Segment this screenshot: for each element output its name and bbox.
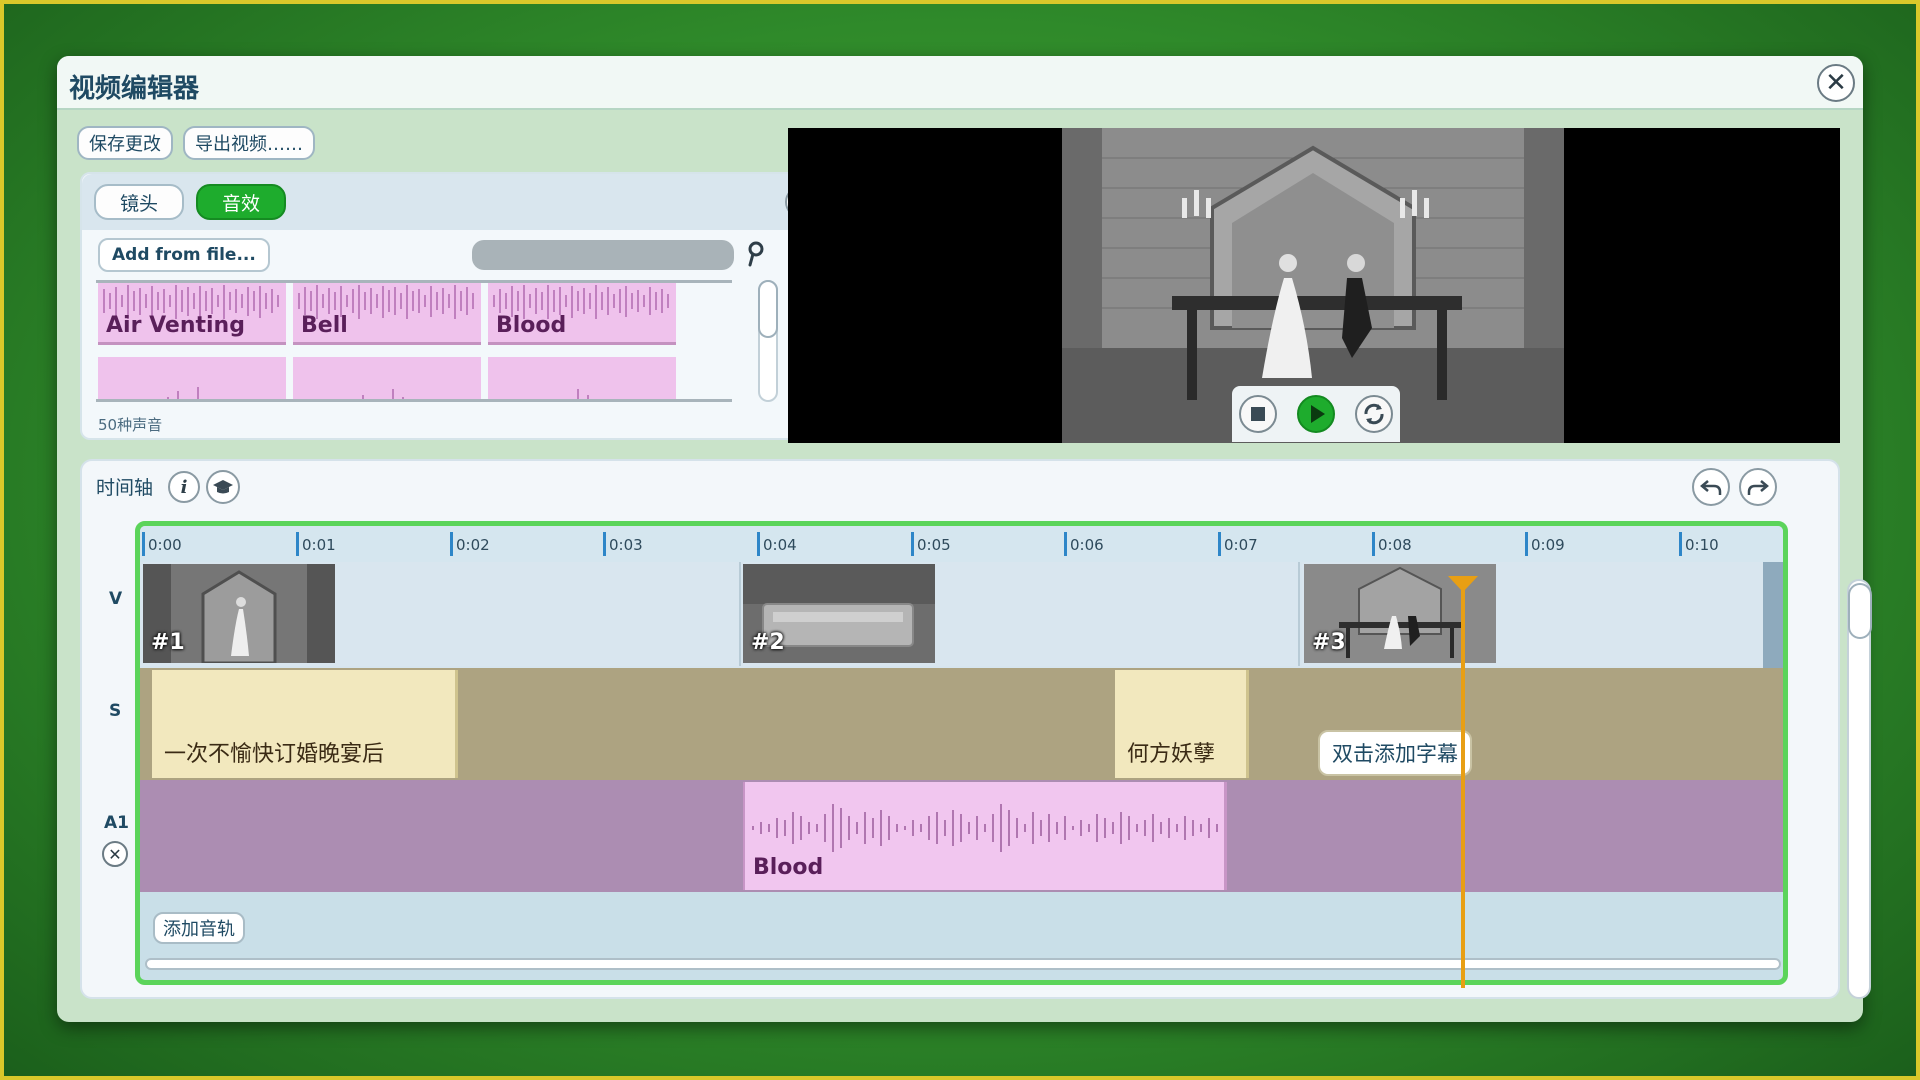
sound-grid: Air Venting Bell Blood [96,280,732,402]
search-input[interactable] [472,240,734,270]
loop-icon[interactable] [1354,394,1394,434]
track-label-subtitle: S [109,701,122,721]
ruler-tick: 0:04 [757,532,797,556]
tab-sound-effects[interactable]: 音效 [196,184,286,220]
timeline-horizontal-scrollbar[interactable] [145,958,1781,970]
playhead-handle[interactable] [1448,576,1478,592]
playback-controls [1232,386,1400,442]
track-label-audio: A1 [104,813,129,833]
add-subtitle-hint[interactable]: 双击添加字幕 [1318,730,1472,776]
subtitle-clip[interactable]: 一次不愉快订婚晚宴后 [152,670,458,778]
graduation-cap-icon [213,480,233,494]
video-clip-slot[interactable]: #3 [1302,562,1763,666]
add-audio-track-button[interactable]: 添加音轨 [153,912,245,944]
clip-number: #2 [751,630,785,655]
track-label-video: V [109,589,123,609]
timeline-tracks-area: 0:00 0:01 0:02 0:03 0:04 0:05 0:06 0:07 … [135,521,1788,985]
video-clip-thumbnail[interactable]: #1 [143,564,335,663]
video-clip-thumbnail[interactable]: #2 [743,564,935,663]
ruler-tick: 0:01 [296,532,336,556]
video-clip-slot[interactable]: #1 [140,562,741,666]
sound-tile[interactable] [488,357,676,399]
ruler-tick: 0:03 [603,532,643,556]
video-clip-slot[interactable]: #2 [743,562,1300,666]
tab-shots[interactable]: 镜头 [94,184,184,220]
waveform-icon [362,389,404,399]
close-button[interactable]: ✕ [1817,64,1855,102]
ruler-tick: 0:10 [1679,532,1719,556]
sound-tile[interactable] [98,357,286,399]
subtitle-track[interactable]: 一次不愉快订婚晚宴后 何方妖孽 双击添加字幕 [140,668,1783,780]
sound-name: Bell [301,313,348,338]
timeline-label: 时间轴 [96,477,154,499]
window-title: 视频编辑器 [69,74,200,104]
sound-tile-air-venting[interactable]: Air Venting [98,283,286,345]
sound-name: Air Venting [106,313,245,338]
timeline-info-button[interactable]: i [168,471,200,503]
subtitle-text: 一次不愉快订婚晚宴后 [164,742,385,767]
time-ruler[interactable]: 0:00 0:01 0:02 0:03 0:04 0:05 0:06 0:07 … [140,526,1783,562]
remove-audio-track-button[interactable]: ✕ [102,841,128,867]
audio-clip-name: Blood [753,855,824,880]
titlebar: 视频编辑器 ✕ [57,56,1863,110]
timeline-scrollbar-thumb[interactable] [1848,583,1872,639]
stop-icon[interactable] [1238,394,1278,434]
export-video-button[interactable]: 导出视频…… [183,126,315,160]
sound-tile[interactable] [293,357,481,399]
library-scrollbar-thumb[interactable] [758,280,778,338]
subtitle-clip[interactable]: 何方妖孽 [1115,670,1249,778]
ruler-tick: 0:06 [1064,532,1104,556]
playhead[interactable] [1461,576,1465,988]
tutorial-button[interactable] [206,470,240,504]
save-changes-button[interactable]: 保存更改 [77,126,173,160]
waveform-icon [577,389,589,399]
clip-number: #1 [151,630,185,655]
play-icon[interactable] [1296,394,1336,434]
waveform-icon [752,804,1218,852]
sound-library-panel: 镜头 音效 i Add from file... Air Venting Bel… [80,172,830,440]
video-track: #1 #2 #3 [140,562,1763,668]
ruler-tick: 0:07 [1218,532,1258,556]
ruler-tick: 0:09 [1525,532,1565,556]
ruler-tick: 0:08 [1372,532,1412,556]
timeline-panel: 时间轴 i V S A1 ✕ 0:00 0:01 0:02 0:03 0:04 … [80,459,1840,999]
add-from-file-button[interactable]: Add from file... [98,238,270,272]
video-editor-window: 视频编辑器 ✕ 保存更改 导出视频…… 镜头 音效 i Add from fil… [57,56,1872,1022]
sound-name: Blood [496,313,567,338]
undo-button[interactable] [1692,468,1730,506]
waveform-icon [167,387,199,399]
subtitle-text: 何方妖孽 [1127,742,1216,767]
sound-count-label: 50种声音 [98,416,163,434]
library-header: 镜头 音效 i [82,174,828,230]
clip-number: #3 [1312,630,1346,655]
audio-clip[interactable]: Blood [743,782,1227,890]
redo-button[interactable] [1739,468,1777,506]
sound-tile-bell[interactable]: Bell [293,283,481,345]
timeline-vertical-scrollbar[interactable] [1847,579,1872,999]
library-scrollbar[interactable] [758,280,778,402]
redo-icon [1747,480,1769,495]
search-icon[interactable] [744,240,768,268]
audio-track[interactable]: Blood [140,780,1783,892]
sound-tile-blood[interactable]: Blood [488,283,676,345]
ruler-tick: 0:02 [450,532,490,556]
undo-icon [1700,480,1722,495]
ruler-tick: 0:05 [911,532,951,556]
video-preview [788,128,1840,443]
ruler-tick: 0:00 [142,532,182,556]
video-track-end [1763,562,1783,668]
